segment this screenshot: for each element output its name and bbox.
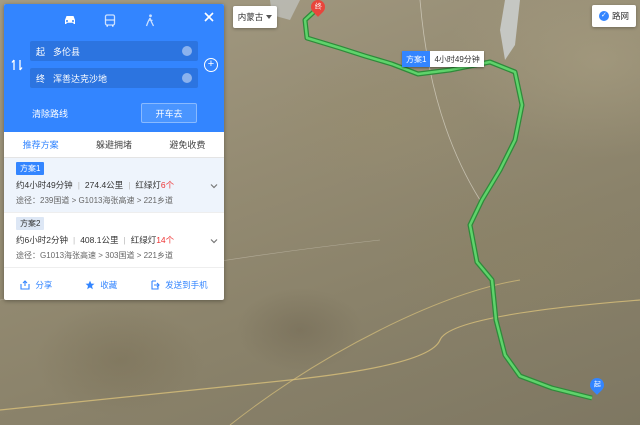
route-distance: 408.1公里: [80, 235, 119, 245]
route-via: 途径：239国道 > G1013海张高速 > 221乡道: [16, 196, 173, 205]
route-lights-count: 14个: [156, 235, 175, 245]
route-badge: 方案1: [16, 162, 45, 175]
tab-recommended[interactable]: 推荐方案: [4, 132, 77, 157]
share-icon: [20, 280, 30, 290]
favorite-label: 收藏: [100, 280, 118, 290]
chevron-down-icon[interactable]: [210, 237, 218, 245]
tab-avoid-tolls[interactable]: 避免收费: [151, 132, 224, 157]
route-option-2[interactable]: 方案2 约6小时2分钟 | 408.1公里 | 红绿灯14个 途径：G1013海张高速 …: [4, 213, 224, 268]
clear-end-icon[interactable]: [182, 73, 192, 83]
end-tag: 终: [36, 73, 46, 84]
route-meta: 约6小时2分钟 | 408.1公里 | 红绿灯14个: [16, 235, 175, 245]
send-to-phone-button[interactable]: 发送到手机: [150, 279, 208, 291]
start-pin-label: 起: [593, 382, 601, 389]
tab-avoid-congestion[interactable]: 躲避拥堵: [77, 132, 150, 157]
share-button[interactable]: 分享: [20, 279, 52, 291]
route-badge: 方案2: [16, 217, 45, 230]
chevron-down-icon[interactable]: [210, 182, 218, 190]
route-option-1[interactable]: 方案1 约4小时49分钟 | 274.4公里 | 红绿灯6个 途径：239国道 > G1…: [4, 158, 224, 213]
close-icon[interactable]: [202, 10, 216, 24]
city-selector[interactable]: 内蒙古: [233, 6, 277, 28]
caret-down-icon: [266, 15, 273, 19]
route-lights-count: 6个: [160, 180, 175, 190]
route-strategy-tabs: 推荐方案 躲避拥堵 避免收费: [4, 132, 224, 158]
route-panel: 起 多伦县 终 浑善达克沙地 + 清除路线 开车去 推荐方案 躲避拥堵 避免收费…: [4, 4, 224, 300]
clear-start-icon[interactable]: [182, 46, 192, 56]
car-icon[interactable]: [62, 12, 78, 28]
walk-icon[interactable]: [142, 12, 158, 28]
route-duration: 约4小时49分钟: [16, 180, 73, 190]
route-panel-header: 起 多伦县 终 浑善达克沙地 + 清除路线 开车去: [4, 4, 224, 132]
route-lights-label: 红绿灯: [135, 180, 161, 190]
route-actions: 分享 收藏 发送到手机: [4, 272, 224, 298]
route-lights-label: 红绿灯: [130, 235, 157, 245]
start-value: 多伦县: [53, 46, 81, 57]
swap-icon[interactable]: [10, 58, 24, 72]
start-input[interactable]: 起 多伦县: [30, 41, 198, 61]
send-to-phone-icon: [151, 280, 160, 290]
clear-route-link[interactable]: 清除路线: [32, 107, 68, 120]
check-icon: ✓: [598, 11, 609, 21]
route-label-time: 4小时49分钟: [430, 51, 484, 67]
road-network-label: 路网: [611, 11, 629, 21]
drive-button[interactable]: 开车去: [141, 103, 197, 123]
star-icon: [85, 280, 95, 290]
route-via: 途径：G1013海张高速 > 303国道 > 221乡道: [16, 251, 173, 260]
bus-icon[interactable]: [102, 12, 118, 28]
end-pin-label: 终: [314, 3, 322, 11]
add-waypoint-icon[interactable]: +: [204, 58, 218, 72]
route-duration: 约6小时2分钟: [16, 235, 68, 245]
route-meta: 约4小时49分钟 | 274.4公里 | 红绿灯6个: [16, 180, 175, 190]
city-selector-label: 内蒙古: [237, 12, 264, 22]
end-input[interactable]: 终 浑善达克沙地: [30, 68, 198, 88]
route-label-bubble[interactable]: 方案1 4小时49分钟: [402, 51, 484, 67]
share-label: 分享: [35, 280, 53, 290]
end-value: 浑善达克沙地: [53, 73, 108, 84]
route-label-name: 方案1: [402, 51, 431, 67]
travel-mode-row: [62, 12, 158, 28]
send-to-phone-label: 发送到手机: [165, 280, 208, 290]
start-tag: 起: [36, 46, 46, 57]
route-distance: 274.4公里: [84, 180, 124, 190]
road-network-toggle[interactable]: ✓ 路网: [592, 5, 636, 27]
favorite-button[interactable]: 收藏: [85, 279, 117, 291]
